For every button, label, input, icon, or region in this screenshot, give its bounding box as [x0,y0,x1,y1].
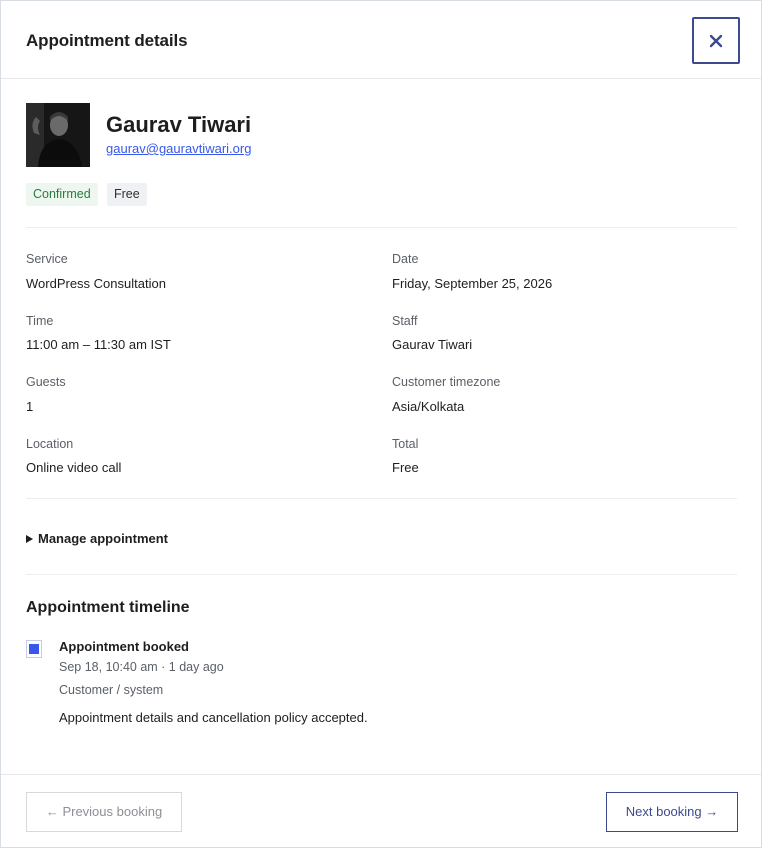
total-label: Total [392,437,419,451]
total-value: Free [392,460,419,475]
service-value: WordPress Consultation [26,276,166,291]
timeline-event-description: Appointment details and cancellation pol… [59,710,368,725]
modal-footer: ← Previous booking Next booking → [1,774,761,848]
customer-name: Gaurav Tiwari [106,112,252,137]
timeline-event-title: Appointment booked [59,639,189,654]
status-badge: Confirmed [26,183,98,206]
next-booking-button[interactable]: Next booking → [606,792,738,832]
customer-email-link[interactable]: gaurav@gauravtiwari.org [106,141,251,156]
timeline-event-time: Sep 18, 10:40 am · 1 day ago [59,660,224,674]
service-label: Service [26,252,68,266]
staff-label: Staff [392,314,418,328]
disclosure-triangle-icon [26,534,33,543]
divider [26,498,737,499]
divider [26,227,737,228]
date-label: Date [392,252,419,266]
divider [26,574,737,575]
timeline-marker-icon [26,640,42,658]
guests-label: Guests [26,375,66,389]
avatar [26,103,90,167]
staff-value: Gaurav Tiwari [392,337,473,352]
close-icon [709,34,723,47]
location-label: Location [26,437,74,451]
time-label: Time [26,314,54,328]
previous-booking-button[interactable]: ← Previous booking [26,792,182,832]
timeline-event-actor: Customer / system [59,683,164,697]
guests-value: 1 [26,399,34,414]
location-value: Online video call [26,460,122,475]
modal-title: Appointment details [26,31,188,50]
timeline-title: Appointment timeline [26,599,190,616]
manage-appointment-label: Manage appointment [38,531,169,546]
manage-appointment-toggle[interactable]: Manage appointment [26,531,168,546]
timezone-label: Customer timezone [392,375,501,389]
close-button[interactable] [692,17,740,64]
date-value: Friday, September 25, 2026 [392,276,553,291]
modal-header: Appointment details [1,1,761,79]
appointment-modal: Appointment details Gaurav Tiwari gaurav… [0,0,762,848]
time-value: 11:00 am – 11:30 am IST [26,337,171,352]
timezone-value: Asia/Kolkata [392,399,465,414]
price-badge: Free [107,183,147,206]
